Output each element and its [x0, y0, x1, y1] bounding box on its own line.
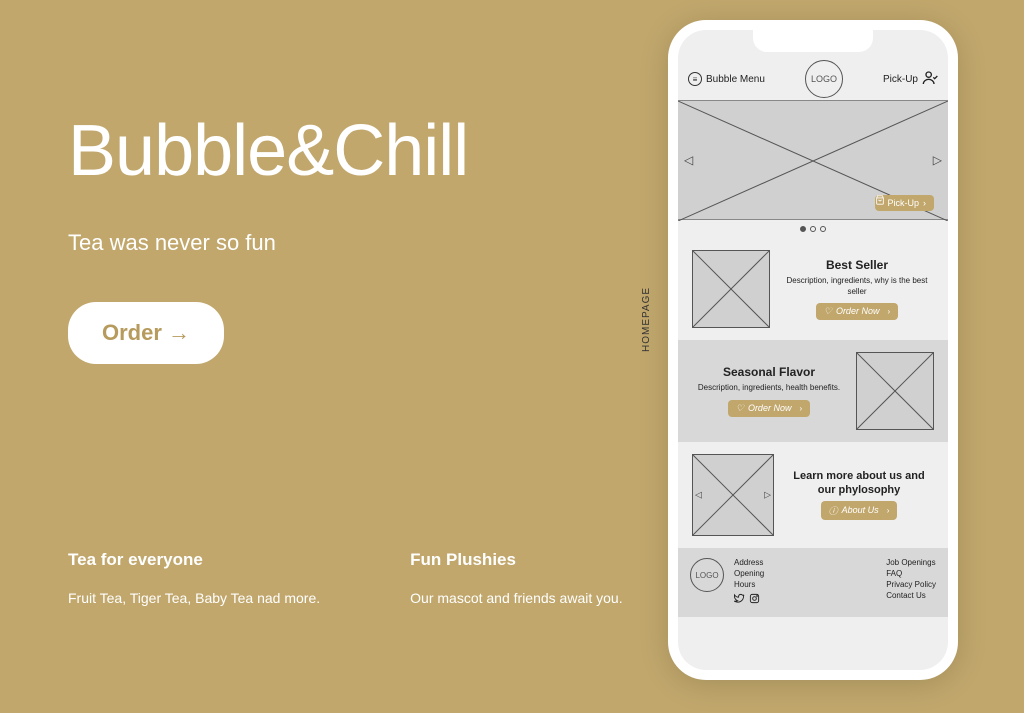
card-desc: Description, ingredients, why is the bes…: [780, 276, 934, 297]
heart-icon: ♡: [736, 403, 744, 414]
footer-link[interactable]: Job Openings: [886, 558, 936, 567]
image-placeholder: [692, 250, 770, 328]
about-card: ◁ ▷ Learn more about us and our phylosop…: [678, 442, 948, 548]
carousel-dots: [678, 220, 948, 238]
instagram-icon[interactable]: [749, 593, 760, 607]
card-title: Best Seller: [780, 258, 934, 272]
gallery-prev-icon[interactable]: ◁: [695, 490, 702, 501]
footer-link[interactable]: Privacy Policy: [886, 580, 936, 589]
footer-logo[interactable]: LOGO: [690, 558, 724, 592]
carousel-dot[interactable]: [820, 226, 826, 232]
order-now-button[interactable]: ♡ Order Now ›: [728, 400, 810, 417]
chevron-right-icon: ›: [923, 198, 926, 208]
image-placeholder: [856, 352, 934, 430]
info-icon: ⓘ: [829, 504, 838, 517]
hero-title: Bubble&Chill: [68, 110, 468, 192]
footer-link[interactable]: FAQ: [886, 569, 936, 578]
chevron-right-icon: ›: [887, 506, 890, 515]
phone-screen: ≡ Bubble Menu LOGO Pick-Up ◁ ▷ Pick-Up ›: [678, 30, 948, 670]
phone-header: ≡ Bubble Menu LOGO Pick-Up: [678, 58, 948, 100]
order-button-label: Order →: [102, 320, 190, 346]
seasonal-card: Seasonal Flavor Description, ingredients…: [678, 340, 948, 442]
pickup-pill-label: Pick-Up: [887, 198, 919, 208]
section-label: HOMEPAGE: [641, 287, 652, 352]
phone-footer: LOGO Address Opening Hours Job Openings …: [678, 548, 948, 617]
hero-subtitle: Tea was never so fun: [68, 230, 468, 256]
twitter-icon[interactable]: [734, 593, 745, 607]
chevron-right-icon: ›: [799, 404, 802, 413]
footer-link[interactable]: Contact Us: [886, 591, 936, 600]
feature-desc: Our mascot and friends await you.: [410, 590, 622, 606]
feature-title: Fun Plushies: [410, 550, 622, 570]
pickup-link[interactable]: Pick-Up: [883, 74, 918, 85]
hamburger-icon[interactable]: ≡: [688, 72, 702, 86]
order-now-label: Order Now: [748, 403, 792, 413]
footer-link[interactable]: Opening: [734, 569, 876, 578]
card-title: Seasonal Flavor: [692, 365, 846, 379]
bubble-menu-link[interactable]: Bubble Menu: [706, 74, 765, 85]
about-us-label: About Us: [842, 505, 879, 515]
gallery-next-icon[interactable]: ▷: [764, 490, 771, 501]
hero-carousel: ◁ ▷ Pick-Up ›: [678, 100, 948, 220]
image-placeholder: ◁ ▷: [692, 454, 774, 536]
order-now-label: Order Now: [836, 306, 880, 316]
logo[interactable]: LOGO: [805, 60, 843, 98]
order-button[interactable]: Order →: [68, 302, 224, 364]
phone-notch: [753, 30, 873, 52]
heart-icon: ♡: [824, 306, 832, 317]
chevron-right-icon: ›: [887, 307, 890, 316]
footer-link[interactable]: Address: [734, 558, 876, 567]
carousel-dot[interactable]: [800, 226, 806, 232]
feature-title: Tea for everyone: [68, 550, 320, 570]
card-desc: Description, ingredients, health benefit…: [692, 383, 846, 393]
about-us-button[interactable]: ⓘ About Us ›: [821, 501, 898, 520]
feature-desc: Fruit Tea, Tiger Tea, Baby Tea nad more.: [68, 590, 320, 606]
card-title: Learn more about us and our phylosophy: [784, 470, 934, 496]
order-now-button[interactable]: ♡ Order Now ›: [816, 303, 898, 320]
footer-link[interactable]: Hours: [734, 580, 876, 589]
carousel-prev-icon[interactable]: ◁: [684, 153, 693, 167]
carousel-dot[interactable]: [810, 226, 816, 232]
phone-mockup: ≡ Bubble Menu LOGO Pick-Up ◁ ▷ Pick-Up ›: [668, 20, 958, 680]
feature-tea: Tea for everyone Fruit Tea, Tiger Tea, B…: [68, 550, 320, 606]
best-seller-card: Best Seller Description, ingredients, wh…: [678, 238, 948, 340]
user-icon[interactable]: [922, 70, 938, 89]
feature-plushies: Fun Plushies Our mascot and friends awai…: [410, 550, 622, 606]
pickup-button[interactable]: Pick-Up ›: [875, 195, 934, 211]
carousel-next-icon[interactable]: ▷: [933, 153, 942, 167]
